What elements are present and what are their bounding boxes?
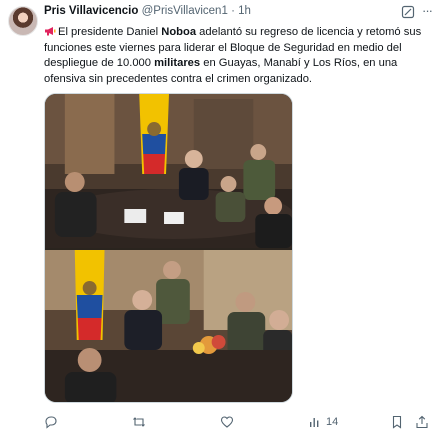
repost-button[interactable]	[132, 413, 150, 431]
author-handle[interactable]: @PrisVillavicen1	[142, 5, 228, 17]
author-display-name[interactable]: Pris Villavicencio	[44, 5, 138, 17]
bookmark-icon	[392, 415, 402, 429]
share-icon	[416, 415, 428, 429]
tweet-text: El presidente Daniel Noboa adelantó su r…	[44, 25, 431, 87]
heart-icon	[220, 416, 234, 428]
tweet-time[interactable]: 1h	[238, 5, 251, 17]
reply-button[interactable]	[44, 413, 62, 431]
reply-icon	[45, 416, 57, 429]
photo-meeting-2[interactable]	[45, 250, 292, 402]
megaphone-icon	[45, 27, 56, 36]
views-icon	[310, 418, 319, 427]
avatar[interactable]	[8, 6, 38, 36]
grok-icon[interactable]	[401, 5, 415, 19]
more-options-icon[interactable]: ···	[420, 3, 434, 19]
repost-icon	[133, 417, 145, 427]
tweet-media[interactable]	[44, 93, 293, 403]
tweet-header: Pris Villavicencio @PrisVillavicen1 · 1h	[44, 5, 399, 22]
photo-meeting-1[interactable]	[45, 94, 292, 248]
tweet[interactable]: Pris Villavicencio @PrisVillavicen1 · 1h…	[0, 0, 437, 438]
tweet-text-bold-noboa: Noboa	[161, 26, 197, 38]
views-count: 14	[326, 416, 339, 428]
bookmark-button[interactable]	[390, 413, 404, 431]
tweet-text-part-1: El presidente Daniel	[58, 26, 162, 38]
views-button[interactable]: 14	[308, 413, 338, 431]
tweet-actions: 14	[44, 413, 431, 431]
share-button[interactable]	[415, 413, 429, 431]
separator-dot: ·	[231, 5, 235, 17]
like-button[interactable]	[220, 413, 238, 431]
tweet-text-bold-militares: militares	[154, 57, 201, 69]
